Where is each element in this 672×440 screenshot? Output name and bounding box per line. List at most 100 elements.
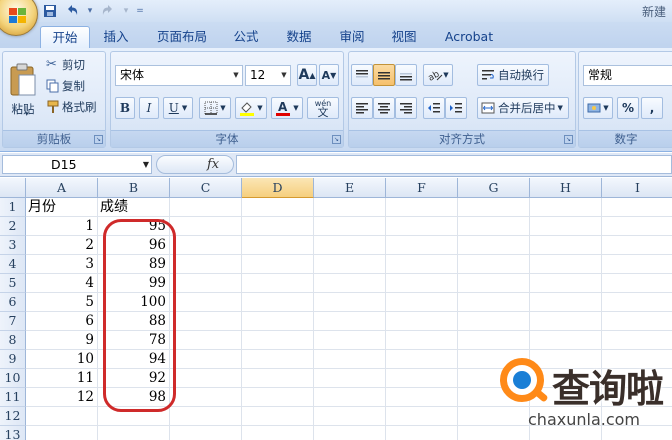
cell-empty[interactable]	[242, 236, 314, 255]
cell-empty[interactable]	[386, 198, 458, 217]
cell-month[interactable]: 11	[26, 369, 98, 388]
cell-empty[interactable]	[602, 312, 672, 331]
cell-empty[interactable]	[170, 426, 242, 440]
cell-empty[interactable]	[314, 198, 386, 217]
row-header[interactable]: 2	[0, 217, 26, 236]
tab-home[interactable]: 开始	[40, 26, 90, 48]
cell-score[interactable]	[98, 407, 170, 426]
cell-empty[interactable]	[242, 426, 314, 440]
align-center-button[interactable]	[373, 97, 395, 119]
wrap-text-button[interactable]: 自动换行	[477, 64, 549, 86]
customize-qat-icon[interactable]: =	[136, 6, 144, 16]
row-header[interactable]: 13	[0, 426, 26, 440]
number-format-select[interactable]: 常规	[583, 65, 672, 86]
cell-empty[interactable]	[530, 217, 602, 236]
cell-empty[interactable]	[602, 198, 672, 217]
cell-empty[interactable]	[242, 331, 314, 350]
formula-input[interactable]	[236, 155, 672, 174]
cell-empty[interactable]	[458, 217, 530, 236]
cell-empty[interactable]	[386, 255, 458, 274]
column-header-h[interactable]: H	[530, 178, 602, 198]
cut-button[interactable]: ✂ 剪切	[45, 55, 103, 74]
cell-empty[interactable]	[242, 388, 314, 407]
row-header[interactable]: 9	[0, 350, 26, 369]
cell-score[interactable]: 95	[98, 217, 170, 236]
cell-month[interactable]: 9	[26, 331, 98, 350]
cell-empty[interactable]	[458, 312, 530, 331]
cell-empty[interactable]	[530, 255, 602, 274]
cell-score[interactable]: 100	[98, 293, 170, 312]
cell-score[interactable]: 78	[98, 331, 170, 350]
cell-empty[interactable]	[386, 331, 458, 350]
italic-button[interactable]: I	[139, 97, 159, 119]
undo-dropdown-icon[interactable]: ▾	[86, 6, 94, 16]
cell-empty[interactable]	[170, 369, 242, 388]
align-top-button[interactable]	[351, 64, 373, 86]
cell-empty[interactable]	[386, 350, 458, 369]
tab-view[interactable]: 视图	[382, 26, 426, 48]
cell-empty[interactable]	[242, 274, 314, 293]
cell-month[interactable]: 3	[26, 255, 98, 274]
comma-style-button[interactable]: ,	[641, 97, 663, 119]
cell-empty[interactable]	[386, 369, 458, 388]
bold-button[interactable]: B	[115, 97, 135, 119]
paste-button[interactable]: 粘贴	[5, 56, 41, 124]
cell-empty[interactable]	[386, 407, 458, 426]
column-header-e[interactable]: E	[314, 178, 386, 198]
cell-empty[interactable]	[314, 331, 386, 350]
fill-color-button[interactable]: ▼	[235, 97, 267, 119]
cell-empty[interactable]	[530, 274, 602, 293]
increase-indent-button[interactable]	[445, 97, 467, 119]
cell-empty[interactable]	[314, 312, 386, 331]
cell-month[interactable]: 10	[26, 350, 98, 369]
cell-empty[interactable]	[242, 350, 314, 369]
row-header[interactable]: 7	[0, 312, 26, 331]
cell-empty[interactable]	[386, 426, 458, 440]
column-header-d[interactable]: D	[242, 178, 314, 198]
cell-empty[interactable]	[386, 274, 458, 293]
cell-empty[interactable]	[458, 236, 530, 255]
cell-empty[interactable]	[242, 255, 314, 274]
cell-empty[interactable]	[170, 350, 242, 369]
borders-button[interactable]: ▼	[199, 97, 231, 119]
cell-empty[interactable]	[530, 312, 602, 331]
cell-score[interactable]: 96	[98, 236, 170, 255]
cell-month[interactable]: 1	[26, 217, 98, 236]
row-header[interactable]: 5	[0, 274, 26, 293]
row-header[interactable]: 8	[0, 331, 26, 350]
cell-empty[interactable]	[314, 388, 386, 407]
cell-score[interactable]	[98, 426, 170, 440]
cell-empty[interactable]	[530, 293, 602, 312]
cell-empty[interactable]	[458, 198, 530, 217]
cell-month[interactable]	[26, 426, 98, 440]
paste-dropdown-icon[interactable]: ▾	[25, 110, 29, 118]
cell-empty[interactable]	[530, 198, 602, 217]
cell-empty[interactable]	[314, 369, 386, 388]
cell-empty[interactable]	[314, 274, 386, 293]
cell-empty[interactable]	[458, 255, 530, 274]
align-left-button[interactable]	[351, 97, 373, 119]
cell-empty[interactable]	[242, 198, 314, 217]
cell-empty[interactable]	[242, 369, 314, 388]
underline-button[interactable]: U ▼	[163, 97, 193, 119]
cell-empty[interactable]	[602, 236, 672, 255]
orientation-button[interactable]: ab ▼	[423, 64, 453, 86]
redo-icon[interactable]	[100, 3, 116, 19]
cell-month[interactable]: 6	[26, 312, 98, 331]
cell-score[interactable]: 94	[98, 350, 170, 369]
cell-empty[interactable]	[170, 198, 242, 217]
select-all-corner[interactable]	[0, 178, 26, 198]
row-header[interactable]: 12	[0, 407, 26, 426]
column-header-c[interactable]: C	[170, 178, 242, 198]
cell-empty[interactable]	[314, 350, 386, 369]
cell-empty[interactable]	[170, 407, 242, 426]
row-header[interactable]: 1	[0, 198, 26, 217]
clipboard-dialog-launcher-icon[interactable]: ↘	[94, 135, 103, 144]
column-header-g[interactable]: G	[458, 178, 530, 198]
copy-button[interactable]: 复制	[45, 76, 103, 95]
cell-score[interactable]: 99	[98, 274, 170, 293]
tab-page-layout[interactable]: 页面布局	[148, 26, 216, 48]
phonetic-button[interactable]: wén 文	[307, 97, 339, 119]
row-header[interactable]: 10	[0, 369, 26, 388]
cell-empty[interactable]	[602, 217, 672, 236]
